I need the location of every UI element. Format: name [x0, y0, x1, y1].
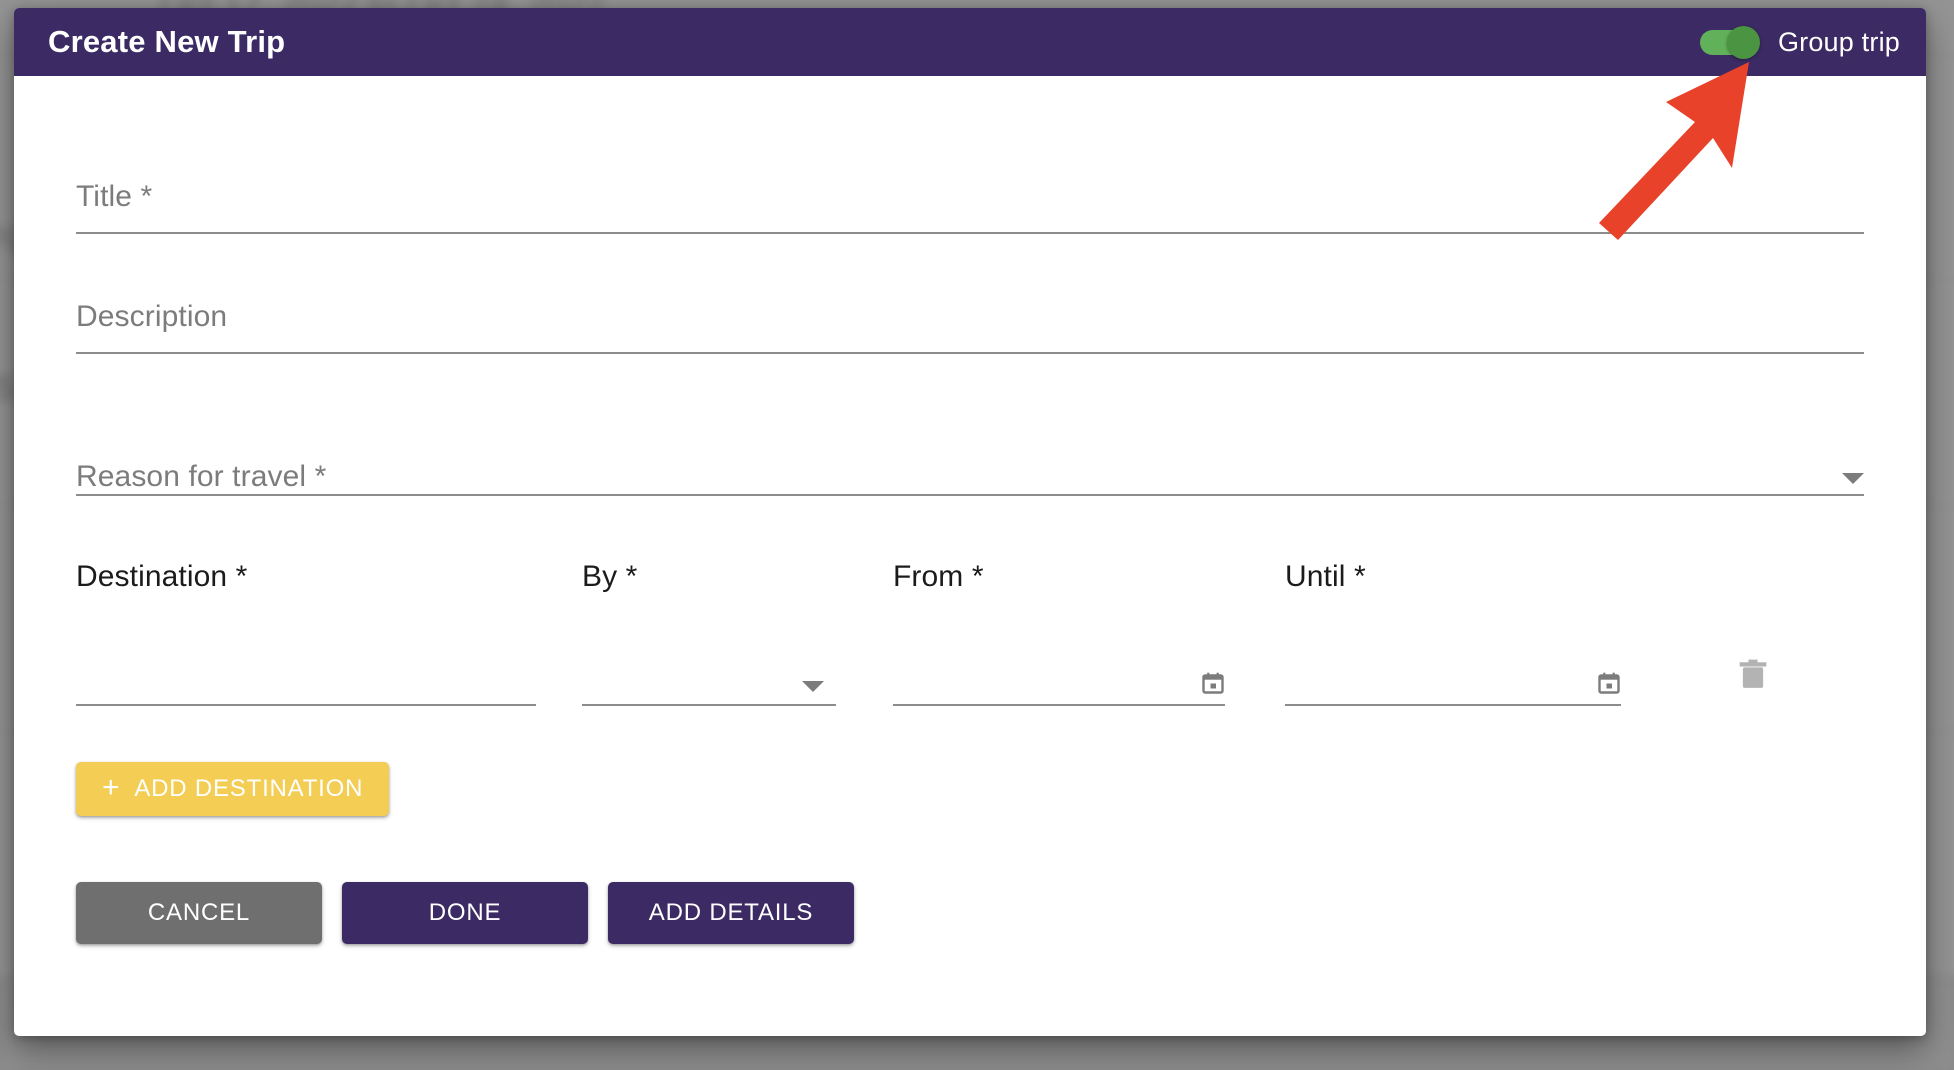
destination-inputs — [76, 654, 1864, 706]
group-trip-toggle[interactable] — [1700, 28, 1762, 56]
by-select[interactable] — [582, 654, 836, 706]
calendar-icon[interactable] — [1597, 671, 1621, 696]
add-destination-row: + ADD DESTINATION — [76, 762, 1864, 816]
description-placeholder: Description — [76, 300, 1864, 334]
plus-icon: + — [102, 773, 120, 803]
calendar-icon[interactable] — [1201, 671, 1225, 696]
toggle-thumb — [1727, 26, 1760, 59]
dialog-header: Create New Trip Group trip — [14, 8, 1926, 76]
description-field[interactable]: Description — [76, 300, 1864, 354]
title-field[interactable]: Title * — [76, 180, 1864, 234]
by-input-col — [582, 654, 836, 706]
from-label: From * — [893, 560, 1225, 594]
delete-destination-col — [1683, 656, 1823, 706]
done-button[interactable]: DONE — [342, 882, 588, 944]
chevron-down-icon[interactable] — [1842, 473, 1864, 484]
until-label: Until * — [1285, 560, 1621, 594]
group-trip-label: Group trip — [1778, 27, 1900, 58]
from-input-col — [893, 654, 1225, 706]
by-label: By * — [582, 560, 836, 594]
until-input-col — [1285, 654, 1621, 706]
destination-row: Destination * By * From * Until * — [76, 560, 1864, 706]
reason-for-travel-select[interactable]: Reason for travel * — [76, 442, 1864, 496]
trash-icon[interactable] — [1737, 656, 1769, 692]
page-title: Create New Trip — [48, 24, 285, 60]
screen-root: Oct 17, 2022 to Oct 24, 2022 ng s Create… — [0, 0, 1954, 1070]
until-date-input[interactable] — [1285, 654, 1621, 706]
destination-label: Destination * — [76, 560, 536, 594]
dialog-actions: CANCEL DONE ADD DETAILS — [76, 882, 1864, 984]
destination-input-col — [76, 654, 536, 706]
dialog-body: Title * Description Reason for travel * … — [14, 76, 1926, 984]
add-destination-button[interactable]: + ADD DESTINATION — [76, 762, 389, 816]
destination-labels: Destination * By * From * Until * — [76, 560, 1864, 594]
cancel-button[interactable]: CANCEL — [76, 882, 322, 944]
title-placeholder: Title * — [76, 180, 1864, 220]
destination-input[interactable] — [76, 654, 536, 706]
from-date-input[interactable] — [893, 654, 1225, 706]
reason-placeholder: Reason for travel * — [76, 460, 326, 494]
add-details-button[interactable]: ADD DETAILS — [608, 882, 854, 944]
chevron-down-icon[interactable] — [802, 681, 824, 692]
add-destination-label: ADD DESTINATION — [134, 775, 363, 803]
group-trip-toggle-group[interactable]: Group trip — [1700, 27, 1900, 58]
create-trip-dialog: Create New Trip Group trip Title * Descr… — [14, 8, 1926, 1036]
